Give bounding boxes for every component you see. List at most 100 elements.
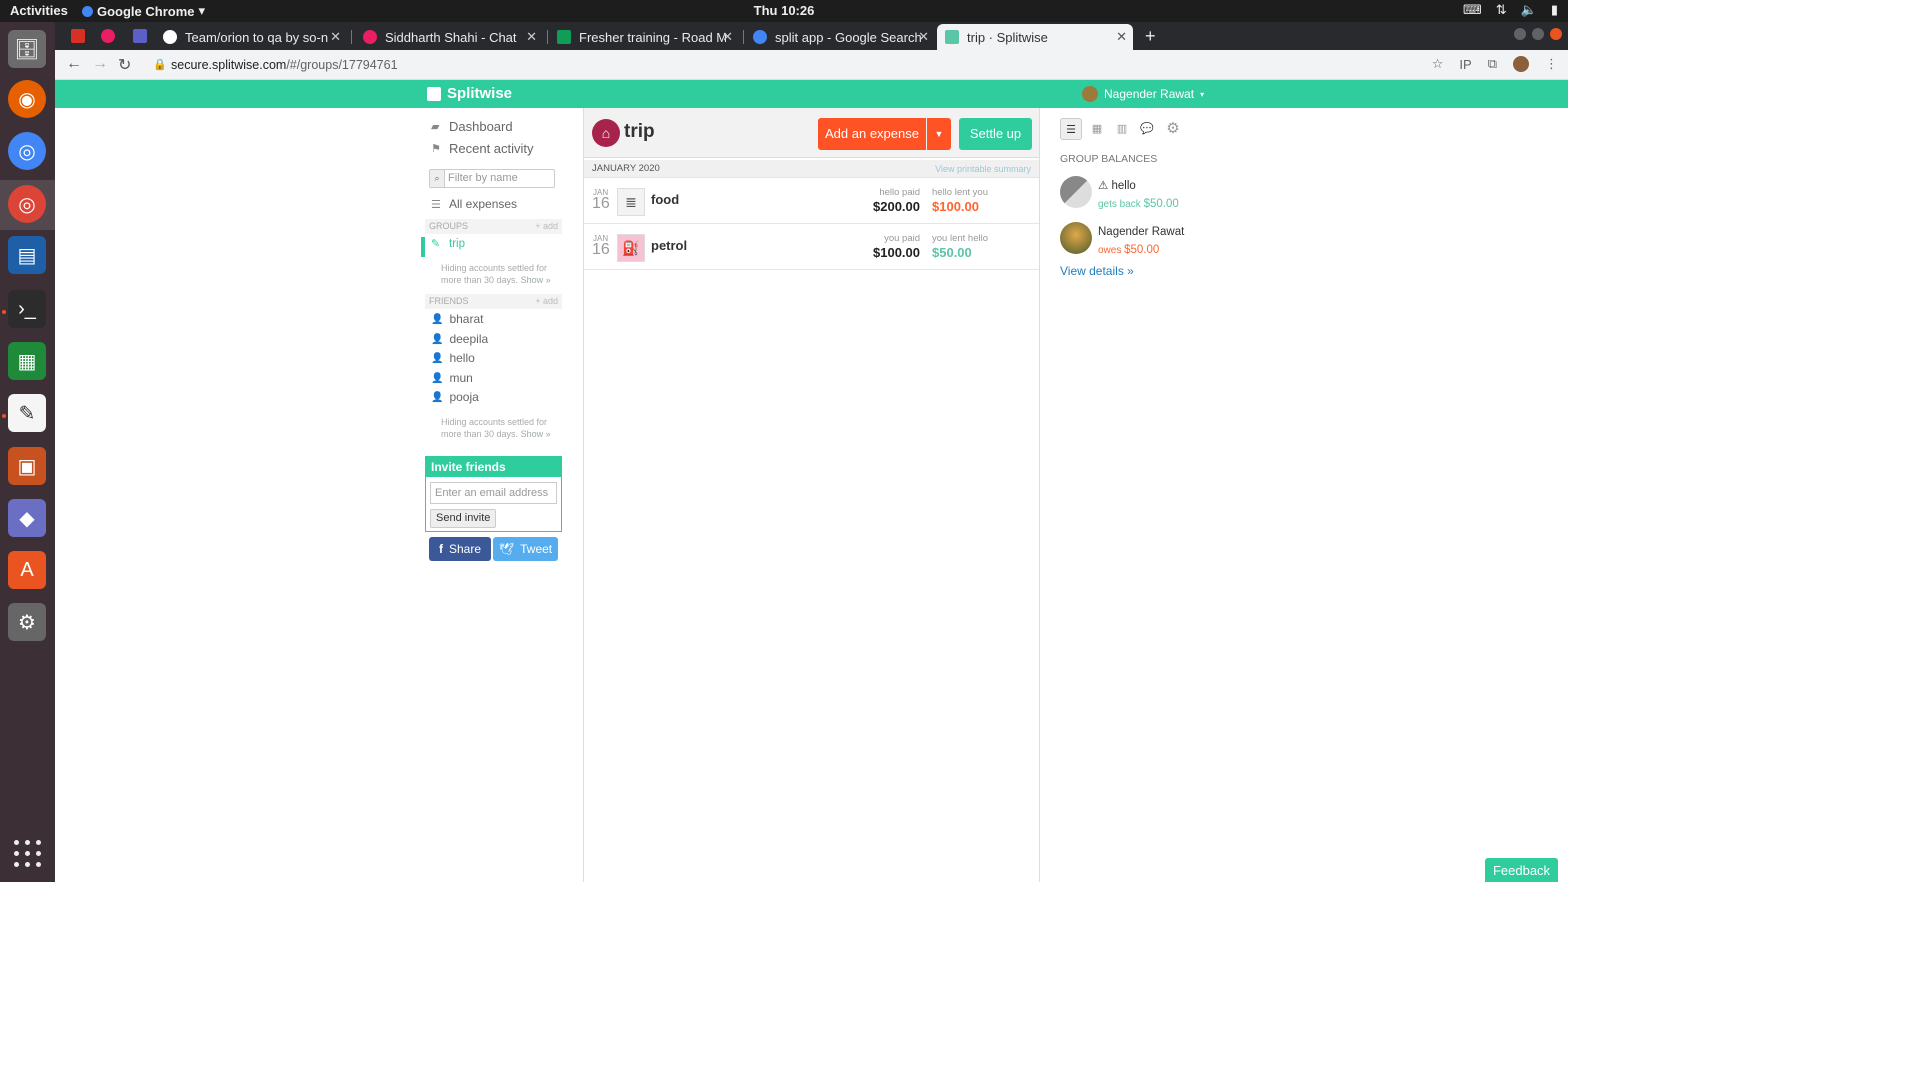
input-method-icon[interactable]: ⌨: [1463, 2, 1482, 18]
user-menu[interactable]: Nagender Rawat ▾: [1082, 86, 1204, 102]
send-invite-button[interactable]: Send invite: [430, 509, 497, 528]
system-tray[interactable]: ⌨ ⇅ 🔈 ▮: [1463, 2, 1558, 18]
impress-icon[interactable]: ▣: [8, 447, 46, 485]
splitwise-logo[interactable]: Splitwise: [427, 85, 512, 102]
invite-email-input[interactable]: Enter an email address: [430, 482, 557, 504]
view-details-link[interactable]: View details »: [1060, 264, 1134, 278]
friend-label: deepila: [449, 332, 489, 346]
tweet-button[interactable]: 🕊 Tweet: [493, 537, 558, 561]
expense-row[interactable]: JAN 16 ⛽ petrol you paid $100.00 you len…: [584, 224, 1039, 270]
balance-item[interactable]: Nagender Rawat owes $50.00: [1060, 222, 1184, 258]
add-friend-link[interactable]: + add: [535, 294, 558, 309]
running-indicator: [2, 414, 6, 418]
friends-header: FRIENDS + add: [425, 294, 562, 309]
tab-separator: [351, 30, 352, 44]
tab-chat[interactable]: Siddharth Shahi - Chat ✕: [355, 24, 543, 50]
calc-icon[interactable]: ▦: [8, 342, 46, 380]
invite-friends-box: Invite friends Enter an email address Se…: [425, 456, 562, 532]
sidebar-item-recent-activity[interactable]: ⚑ Recent activity: [431, 141, 534, 156]
settings-tools-icon[interactable]: ⚙: [8, 603, 46, 641]
pinned-tab-icon[interactable]: [101, 29, 115, 43]
battery-icon[interactable]: ▮: [1551, 2, 1558, 18]
firefox-icon[interactable]: ◉: [8, 80, 46, 118]
twitter-icon: 🕊: [498, 542, 515, 556]
printable-summary-link[interactable]: View printable summary: [935, 164, 1031, 174]
sidebar-item-friend[interactable]: 👤 pooja: [431, 390, 479, 404]
gear-icon[interactable]: ⚙: [1162, 118, 1184, 140]
volume-icon[interactable]: 🔈: [1521, 2, 1537, 18]
back-icon[interactable]: ←: [66, 55, 82, 73]
show-link[interactable]: Show »: [521, 429, 551, 439]
chromium-icon[interactable]: ◎: [8, 132, 46, 170]
hiding-note: Hiding accounts settled for more than 30…: [441, 262, 561, 286]
address-bar[interactable]: 🔒 secure.splitwise.com/#/groups/17794761: [153, 54, 1453, 76]
dev-tool-icon[interactable]: ◆: [8, 499, 46, 537]
sidebar-item-dashboard[interactable]: ▰ Dashboard: [431, 119, 513, 134]
sidebar-item-friend[interactable]: 👤 bharat: [431, 312, 483, 326]
sidebar-item-friend[interactable]: 👤 mun: [431, 371, 473, 385]
chart-icon[interactable]: ▥: [1111, 118, 1133, 140]
close-icon[interactable]: ✕: [1116, 29, 1127, 45]
close-icon[interactable]: ✕: [526, 29, 537, 45]
pinned-tab-icon[interactable]: [133, 29, 147, 43]
close-window-icon[interactable]: [1550, 28, 1562, 40]
bookmark-star-icon[interactable]: ☆: [1432, 56, 1444, 72]
splitwise-logo-icon: [427, 86, 441, 101]
lock-icon[interactable]: 🔒: [153, 54, 167, 76]
section-title: FRIENDS: [429, 296, 469, 306]
person-icon: 👤: [431, 391, 444, 403]
feedback-button[interactable]: Feedback: [1485, 858, 1558, 882]
sidebar-item-friend[interactable]: 👤 deepila: [431, 332, 488, 346]
tab-google-search[interactable]: split app - Google Search ✕: [745, 24, 935, 50]
balance-name: ⚠ hello: [1098, 180, 1136, 192]
show-link[interactable]: Show »: [521, 275, 551, 285]
maximize-icon[interactable]: [1532, 28, 1544, 40]
chrome-icon[interactable]: ◎: [8, 185, 46, 223]
gmail-tab-icon[interactable]: [71, 29, 85, 43]
text-editor-icon[interactable]: ✎: [8, 394, 46, 432]
ip-extension-icon[interactable]: IP: [1459, 57, 1471, 72]
terminal-icon[interactable]: ›_: [8, 290, 46, 328]
balance-item[interactable]: ⚠ hello gets back $50.00: [1060, 176, 1179, 212]
comment-icon[interactable]: 💬: [1136, 118, 1158, 140]
facebook-icon: f: [438, 542, 443, 556]
splitwise-icon: [945, 30, 959, 44]
tab-team-orion[interactable]: Team/orion to qa by so-n ✕: [155, 24, 347, 50]
reload-icon[interactable]: ↻: [118, 55, 131, 75]
close-icon[interactable]: ✕: [918, 29, 929, 45]
balance-status: owes $50.00: [1098, 244, 1159, 256]
add-expense-button[interactable]: Add an expense: [818, 118, 926, 150]
sidebar-item-friend[interactable]: 👤 hello: [431, 351, 475, 365]
writer-icon[interactable]: ▤: [8, 236, 46, 274]
sidebar-item-all-expenses[interactable]: ☰ All expenses: [431, 197, 517, 211]
share-button[interactable]: f Share: [429, 537, 491, 561]
forward-icon[interactable]: →: [92, 55, 108, 73]
network-icon[interactable]: ⇅: [1496, 2, 1507, 18]
add-group-link[interactable]: + add: [535, 219, 558, 234]
url-host: secure.splitwise.com: [171, 58, 287, 72]
profile-avatar[interactable]: [1513, 56, 1529, 72]
groups-header: GROUPS + add: [425, 219, 562, 234]
calendar-icon[interactable]: ▦: [1086, 118, 1108, 140]
minimize-icon[interactable]: [1514, 28, 1526, 40]
show-applications-icon[interactable]: [14, 840, 42, 868]
tab-fresher-training[interactable]: Fresher training - Road M ✕: [549, 24, 739, 50]
filter-input[interactable]: ⌕ Filter by name: [429, 169, 555, 188]
menu-icon[interactable]: ⋮: [1545, 56, 1558, 72]
tab-strip: Team/orion to qa by so-n ✕ Siddharth Sha…: [55, 22, 1568, 50]
close-icon[interactable]: ✕: [330, 29, 341, 45]
list-view-icon[interactable]: ☰: [1060, 118, 1082, 140]
software-center-icon[interactable]: A: [8, 551, 46, 589]
settle-up-button[interactable]: Settle up: [959, 118, 1032, 150]
new-tab-button[interactable]: +: [1145, 26, 1156, 47]
system-top-bar: Activities Google Chrome ▾ Thu 10:26 ⌨ ⇅…: [0, 0, 1568, 22]
extension-icon[interactable]: ⧉: [1488, 56, 1497, 72]
expense-row[interactable]: JAN 16 ≣ food hello paid $200.00 hello l…: [584, 178, 1039, 224]
files-icon[interactable]: 🗄: [8, 30, 46, 68]
close-icon[interactable]: ✕: [722, 29, 733, 45]
sidebar-item-group-trip[interactable]: ✎ trip: [431, 237, 465, 251]
clock[interactable]: Thu 10:26: [0, 3, 1568, 18]
tab-splitwise[interactable]: trip · Splitwise ✕: [937, 24, 1133, 50]
add-expense-dropdown[interactable]: ▼: [927, 118, 951, 150]
person-icon: 👤: [431, 352, 444, 364]
